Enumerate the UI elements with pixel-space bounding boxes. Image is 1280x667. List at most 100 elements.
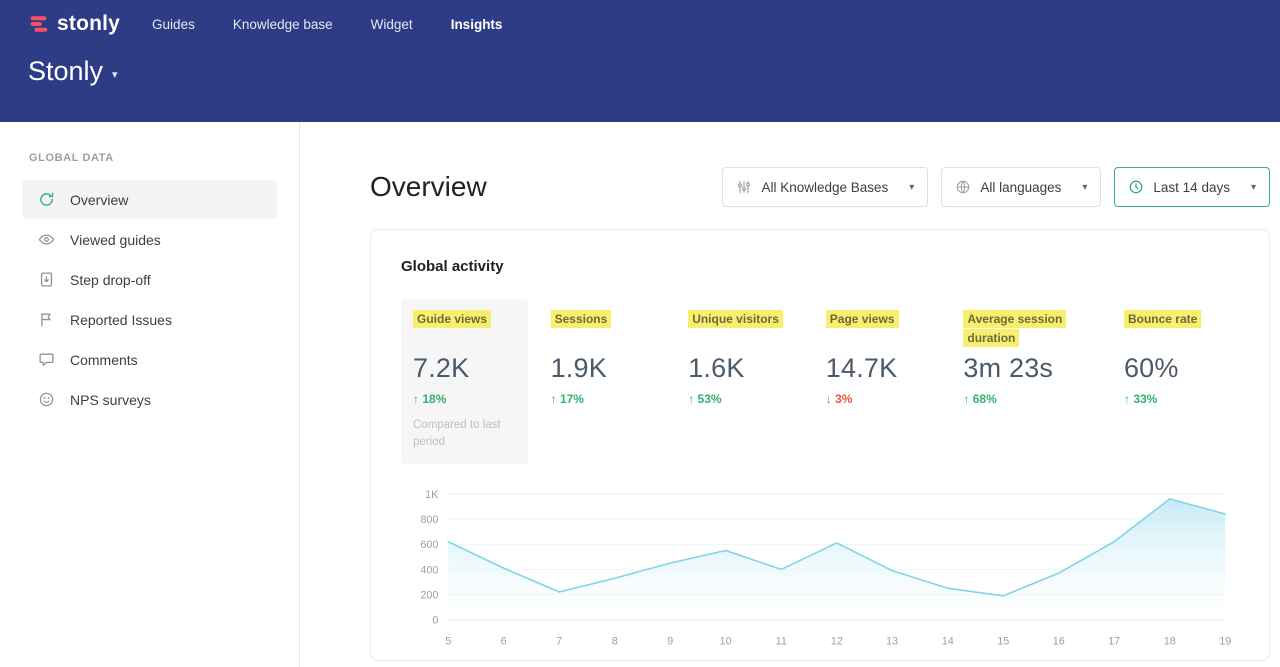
sidebar-item-label: Overview <box>70 192 128 208</box>
metric-change: 53% <box>698 392 722 406</box>
sidebar-item-comments[interactable]: Comments <box>22 340 277 379</box>
metric-label: Guide views <box>413 310 491 328</box>
sidebar-item-label: Reported Issues <box>70 312 172 328</box>
date-range-dropdown[interactable]: Last 14 days ▾ <box>1114 167 1270 207</box>
comment-icon <box>38 351 55 368</box>
svg-text:19: 19 <box>1219 635 1231 647</box>
global-activity-card: Global activity Guide views 7.2K ↑ 18% C… <box>370 229 1270 661</box>
svg-text:800: 800 <box>420 513 438 525</box>
metric-value: 1.6K <box>688 353 791 384</box>
workspace-selector[interactable]: Stonly ▾ <box>28 56 1252 87</box>
stonly-logo[interactable]: stonly <box>28 12 120 36</box>
filter-label: All Knowledge Bases <box>761 180 888 195</box>
svg-text:5: 5 <box>445 635 451 647</box>
main-content: Overview All Knowledge Bases ▾ All langu… <box>300 122 1280 667</box>
nav-guides[interactable]: Guides <box>152 17 195 32</box>
chevron-down-icon: ▾ <box>909 182 914 193</box>
metric-sessions[interactable]: Sessions 1.9K ↑ 17% <box>539 299 666 464</box>
metric-label: Page views <box>826 310 899 328</box>
sidebar-item-label: Viewed guides <box>70 232 161 248</box>
brand-text: stonly <box>57 12 120 36</box>
sidebar-item-label: NPS surveys <box>70 392 151 408</box>
chevron-down-icon: ▾ <box>1082 182 1087 193</box>
nav-insights[interactable]: Insights <box>451 17 503 32</box>
svg-text:1K: 1K <box>425 488 439 500</box>
metric-change: 17% <box>560 392 584 406</box>
svg-text:11: 11 <box>776 635 787 647</box>
top-header: stonly Guides Knowledge base Widget Insi… <box>0 0 1280 122</box>
language-filter-dropdown[interactable]: All languages ▾ <box>941 167 1101 207</box>
metric-value: 3m 23s <box>963 353 1089 384</box>
metric-page-views[interactable]: Page views 14.7K ↓ 3% <box>814 299 941 464</box>
page-title: Overview <box>370 171 487 203</box>
sidebar-item-label: Comments <box>70 352 138 368</box>
nav-widget[interactable]: Widget <box>371 17 413 32</box>
svg-text:6: 6 <box>501 635 507 647</box>
svg-text:17: 17 <box>1108 635 1120 647</box>
nav-knowledge-base[interactable]: Knowledge base <box>233 17 333 32</box>
metrics-row: Guide views 7.2K ↑ 18% Compared to last … <box>401 299 1239 464</box>
metric-change: 68% <box>973 392 997 406</box>
global-activity-chart: 02004006008001K5678910111213141516171819 <box>401 486 1239 653</box>
trend-arrow-icon: ↓ <box>826 392 832 406</box>
sidebar: GLOBAL DATA Overview Viewed guides Step … <box>0 122 300 667</box>
trend-arrow-icon: ↑ <box>413 392 419 406</box>
metric-label: Bounce rate <box>1124 310 1201 328</box>
flag-icon <box>38 311 55 328</box>
step-dropoff-icon <box>38 271 55 288</box>
sidebar-item-overview[interactable]: Overview <box>22 180 277 219</box>
svg-text:600: 600 <box>420 539 438 551</box>
svg-text:8: 8 <box>612 635 618 647</box>
eye-icon <box>38 231 55 248</box>
sidebar-item-reported-issues[interactable]: Reported Issues <box>22 300 277 339</box>
svg-text:15: 15 <box>997 635 1009 647</box>
metric-bounce-rate[interactable]: Bounce rate 60% ↑ 33% <box>1112 299 1239 464</box>
svg-text:7: 7 <box>556 635 562 647</box>
trend-arrow-icon: ↑ <box>963 392 969 406</box>
svg-text:400: 400 <box>420 564 438 576</box>
svg-text:16: 16 <box>1053 635 1065 647</box>
metric-average-session-duration[interactable]: Average session duration 3m 23s ↑ 68% <box>951 299 1101 464</box>
area-chart-svg: 02004006008001K5678910111213141516171819 <box>401 486 1239 653</box>
svg-text:14: 14 <box>942 635 954 647</box>
card-title: Global activity <box>401 258 1239 275</box>
top-nav: Guides Knowledge base Widget Insights <box>152 17 502 32</box>
sidebar-section-label: GLOBAL DATA <box>29 152 270 164</box>
svg-text:200: 200 <box>420 589 438 601</box>
chevron-down-icon: ▾ <box>112 62 118 81</box>
metric-label: Unique visitors <box>688 310 783 328</box>
knowledge-base-filter-dropdown[interactable]: All Knowledge Bases ▾ <box>722 167 928 207</box>
svg-text:13: 13 <box>886 635 898 647</box>
sidebar-item-label: Step drop-off <box>70 272 151 288</box>
stonly-logo-icon <box>28 13 50 35</box>
clock-icon <box>1128 179 1144 195</box>
sidebar-item-step-drop-off[interactable]: Step drop-off <box>22 260 277 299</box>
trend-arrow-icon: ↑ <box>1124 392 1130 406</box>
metric-value: 1.9K <box>551 353 654 384</box>
metric-change: 18% <box>422 392 446 406</box>
workspace-title: Stonly <box>28 56 103 87</box>
metric-label: Sessions <box>551 310 612 328</box>
filter-label: All languages <box>980 180 1061 195</box>
svg-text:9: 9 <box>667 635 673 647</box>
trend-arrow-icon: ↑ <box>688 392 694 406</box>
metric-value: 7.2K <box>413 353 516 384</box>
chevron-down-icon: ▾ <box>1251 182 1256 193</box>
overview-icon <box>38 191 55 208</box>
metric-label: Average session duration <box>963 310 1066 347</box>
svg-text:10: 10 <box>720 635 732 647</box>
knowledge-base-filter-icon <box>736 179 752 195</box>
filter-label: Last 14 days <box>1153 180 1230 195</box>
sidebar-item-nps-surveys[interactable]: NPS surveys <box>22 380 277 419</box>
filters-bar: All Knowledge Bases ▾ All languages ▾ La… <box>722 167 1270 207</box>
metric-guide-views[interactable]: Guide views 7.2K ↑ 18% Compared to last … <box>401 299 528 464</box>
metric-change: 33% <box>1133 392 1157 406</box>
trend-arrow-icon: ↑ <box>551 392 557 406</box>
sidebar-item-viewed-guides[interactable]: Viewed guides <box>22 220 277 259</box>
svg-text:0: 0 <box>432 614 438 626</box>
svg-text:12: 12 <box>831 635 843 647</box>
globe-icon <box>955 179 971 195</box>
metric-note: Compared to last period <box>413 417 516 452</box>
metric-unique-visitors[interactable]: Unique visitors 1.6K ↑ 53% <box>676 299 803 464</box>
metric-value: 60% <box>1124 353 1227 384</box>
